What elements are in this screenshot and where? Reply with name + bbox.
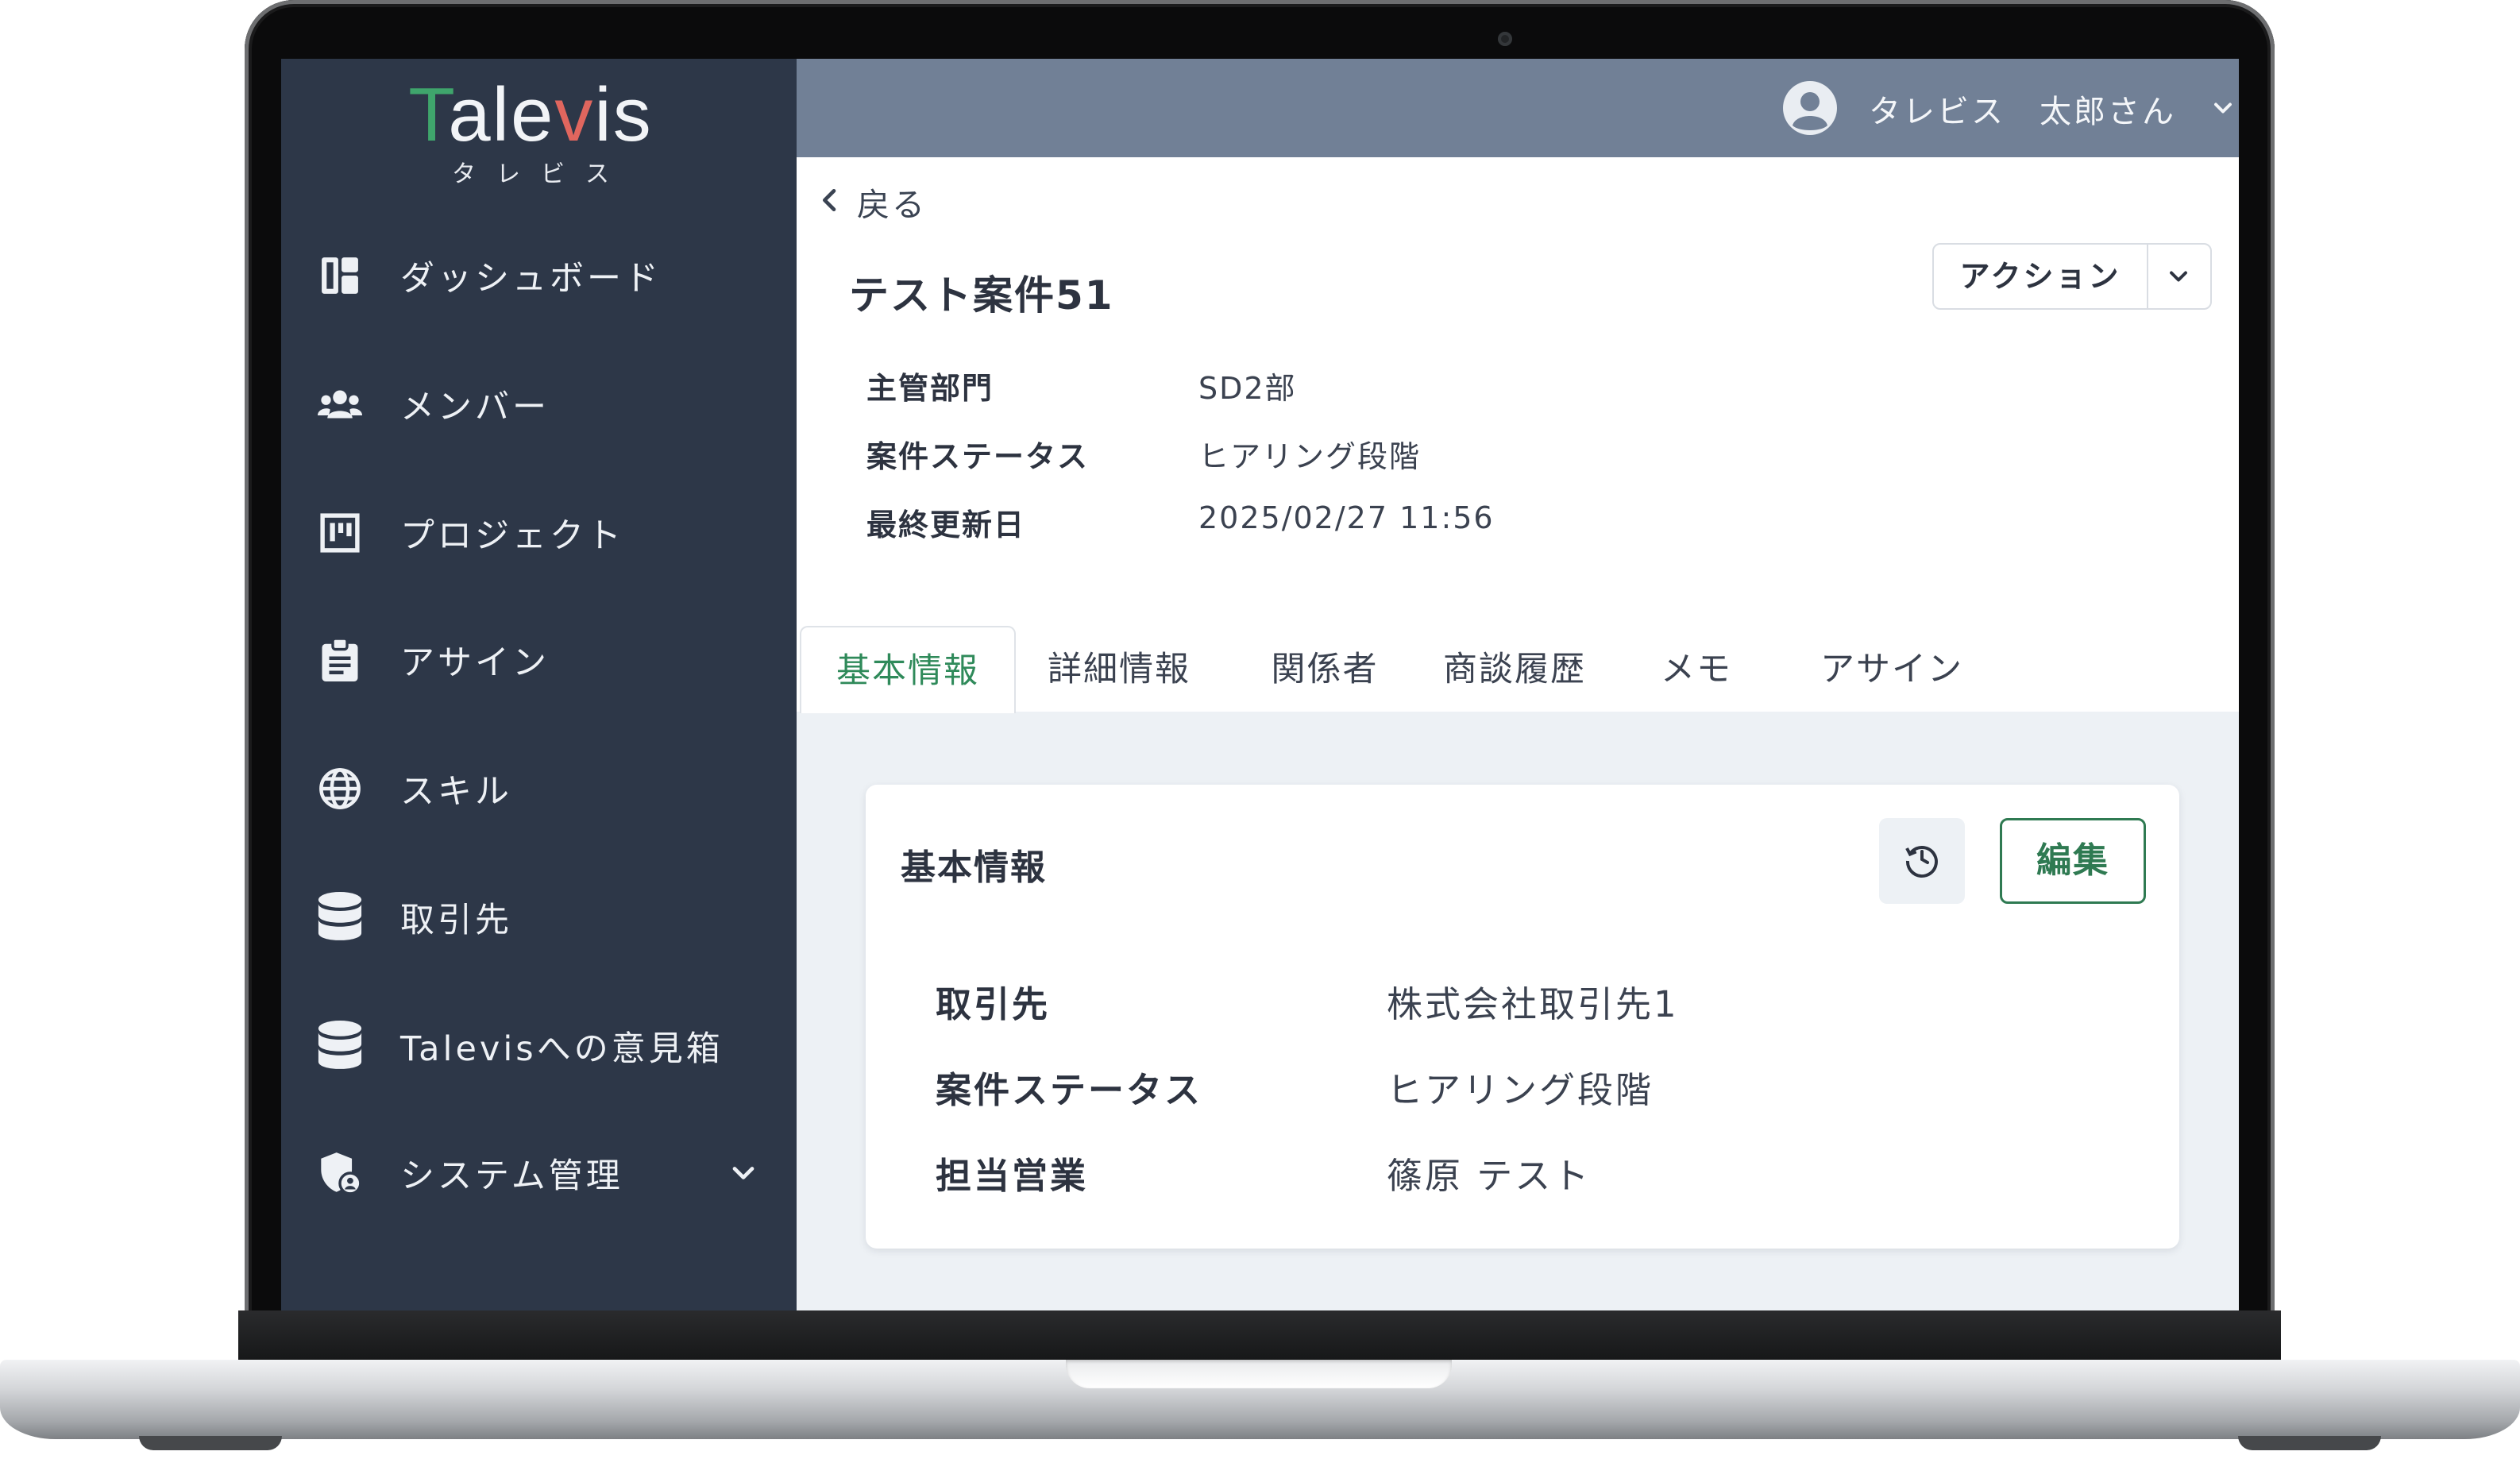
main-content: 戻る テスト案件51 アクション 主管部門 SD2部 案件ステータス ヒアリング…: [797, 157, 2239, 1310]
field-label: 取引先: [936, 983, 1051, 1025]
avatar[interactable]: [1783, 81, 1837, 135]
sidebar-item-feedback[interactable]: Talevisへの意見箱: [281, 1002, 797, 1090]
field-value: 篠原 テスト: [1387, 1155, 1592, 1197]
action-dropdown[interactable]: アクション: [1932, 243, 2212, 310]
summary-label: 最終更新日: [866, 508, 1026, 542]
dashboard-icon: [318, 253, 362, 298]
field-value: ヒアリング段階: [1387, 1069, 1654, 1111]
kanban-icon: [318, 511, 362, 555]
sidebar-item-label: 取引先: [400, 901, 512, 940]
users-icon: [318, 382, 362, 427]
sidebar-item-clients[interactable]: 取引先: [281, 874, 797, 961]
edit-button[interactable]: 編集: [2000, 818, 2146, 904]
sidebar-item-projects[interactable]: プロジェクト: [281, 489, 797, 577]
divider: [2147, 245, 2148, 308]
database-icon: [318, 1021, 362, 1069]
page-title: テスト案件51: [849, 272, 1114, 318]
laptop-chin: [238, 1310, 2281, 1361]
laptop-foot-left: [139, 1436, 282, 1450]
chevron-left-icon: [814, 184, 846, 219]
chevron-down-icon[interactable]: [2209, 94, 2237, 122]
tab-memo[interactable]: メモ: [1637, 626, 1756, 713]
sidebar-item-label: ダッシュボード: [400, 259, 662, 299]
sidebar: Talevis タレビス ダッシュボード メンバー プロジェクト アサイン スキ…: [281, 59, 797, 1310]
shield-user-icon: [318, 1151, 362, 1195]
logo-wordmark: Talevis: [408, 72, 653, 157]
summary-value: SD2部: [1198, 371, 1297, 406]
sidebar-item-assign[interactable]: アサイン: [281, 616, 797, 704]
sidebar-item-label: プロジェクト: [400, 516, 624, 556]
top-bar: タレビス 太郎さん: [797, 59, 2239, 157]
sidebar-item-label: アサイン: [400, 643, 550, 683]
tab-detail-info[interactable]: 詳細情報: [1040, 626, 1198, 713]
clipboard-icon: [318, 638, 362, 682]
camera: [1498, 32, 1512, 46]
logo[interactable]: Talevis タレビス: [396, 71, 666, 191]
sidebar-item-skills[interactable]: スキル: [281, 745, 797, 832]
chevron-down-icon[interactable]: [726, 1156, 761, 1191]
summary-value: ヒアリング段階: [1198, 439, 1422, 474]
card-title: 基本情報: [901, 847, 1047, 888]
field-value: 株式会社取引先1: [1387, 983, 1679, 1025]
tab-negotiation-history[interactable]: 商談履歴: [1435, 626, 1594, 713]
sidebar-item-label: スキル: [400, 772, 512, 812]
sidebar-item-label: システム管理: [400, 1156, 623, 1196]
tab-assign[interactable]: アサイン: [1808, 626, 1975, 713]
summary-value: 2025/02/27 11:56: [1198, 500, 1495, 535]
field-label: 案件ステータス: [936, 1069, 1203, 1111]
basic-info-card: 基本情報 編集 取引先 株式会社取引先1 案件ステータス ヒアリング段階 担当営…: [866, 785, 2179, 1249]
chevron-down-icon[interactable]: [2164, 262, 2193, 291]
back-link[interactable]: 戻る: [814, 178, 927, 226]
summary-label: 主管部門: [866, 371, 994, 406]
laptop-foot-right: [2238, 1436, 2381, 1450]
screen: Talevis タレビス ダッシュボード メンバー プロジェクト アサイン スキ…: [281, 59, 2239, 1310]
tab-basic-info[interactable]: 基本情報: [800, 626, 1016, 713]
tab-stakeholders[interactable]: 関係者: [1257, 626, 1392, 713]
detail-header: 戻る テスト案件51 アクション 主管部門 SD2部 案件ステータス ヒアリング…: [797, 157, 2239, 713]
tab-bar: 基本情報 詳細情報 関係者 商談履歴 メモ アサイン: [797, 626, 2239, 713]
action-button[interactable]: アクション: [1934, 245, 2147, 308]
laptop-notch: [1066, 1360, 1452, 1388]
back-label: 戻る: [857, 186, 927, 224]
database-icon: [318, 892, 362, 940]
field-label: 担当営業: [936, 1155, 1089, 1197]
summary-label: 案件ステータス: [866, 439, 1090, 474]
globe-icon: [318, 766, 362, 811]
sidebar-item-label: Talevisへの意見箱: [400, 1029, 724, 1069]
clock-icon: [1903, 840, 1941, 882]
sidebar-item-label: メンバー: [400, 388, 550, 427]
logo-kana: タレビス: [452, 160, 630, 188]
sidebar-item-dashboard[interactable]: ダッシュボード: [281, 232, 797, 319]
sidebar-item-system-admin[interactable]: システム管理: [281, 1129, 797, 1217]
history-button[interactable]: [1879, 818, 1965, 904]
user-name[interactable]: タレビス 太郎さん: [1869, 86, 2176, 132]
sidebar-item-members[interactable]: メンバー: [281, 361, 797, 448]
